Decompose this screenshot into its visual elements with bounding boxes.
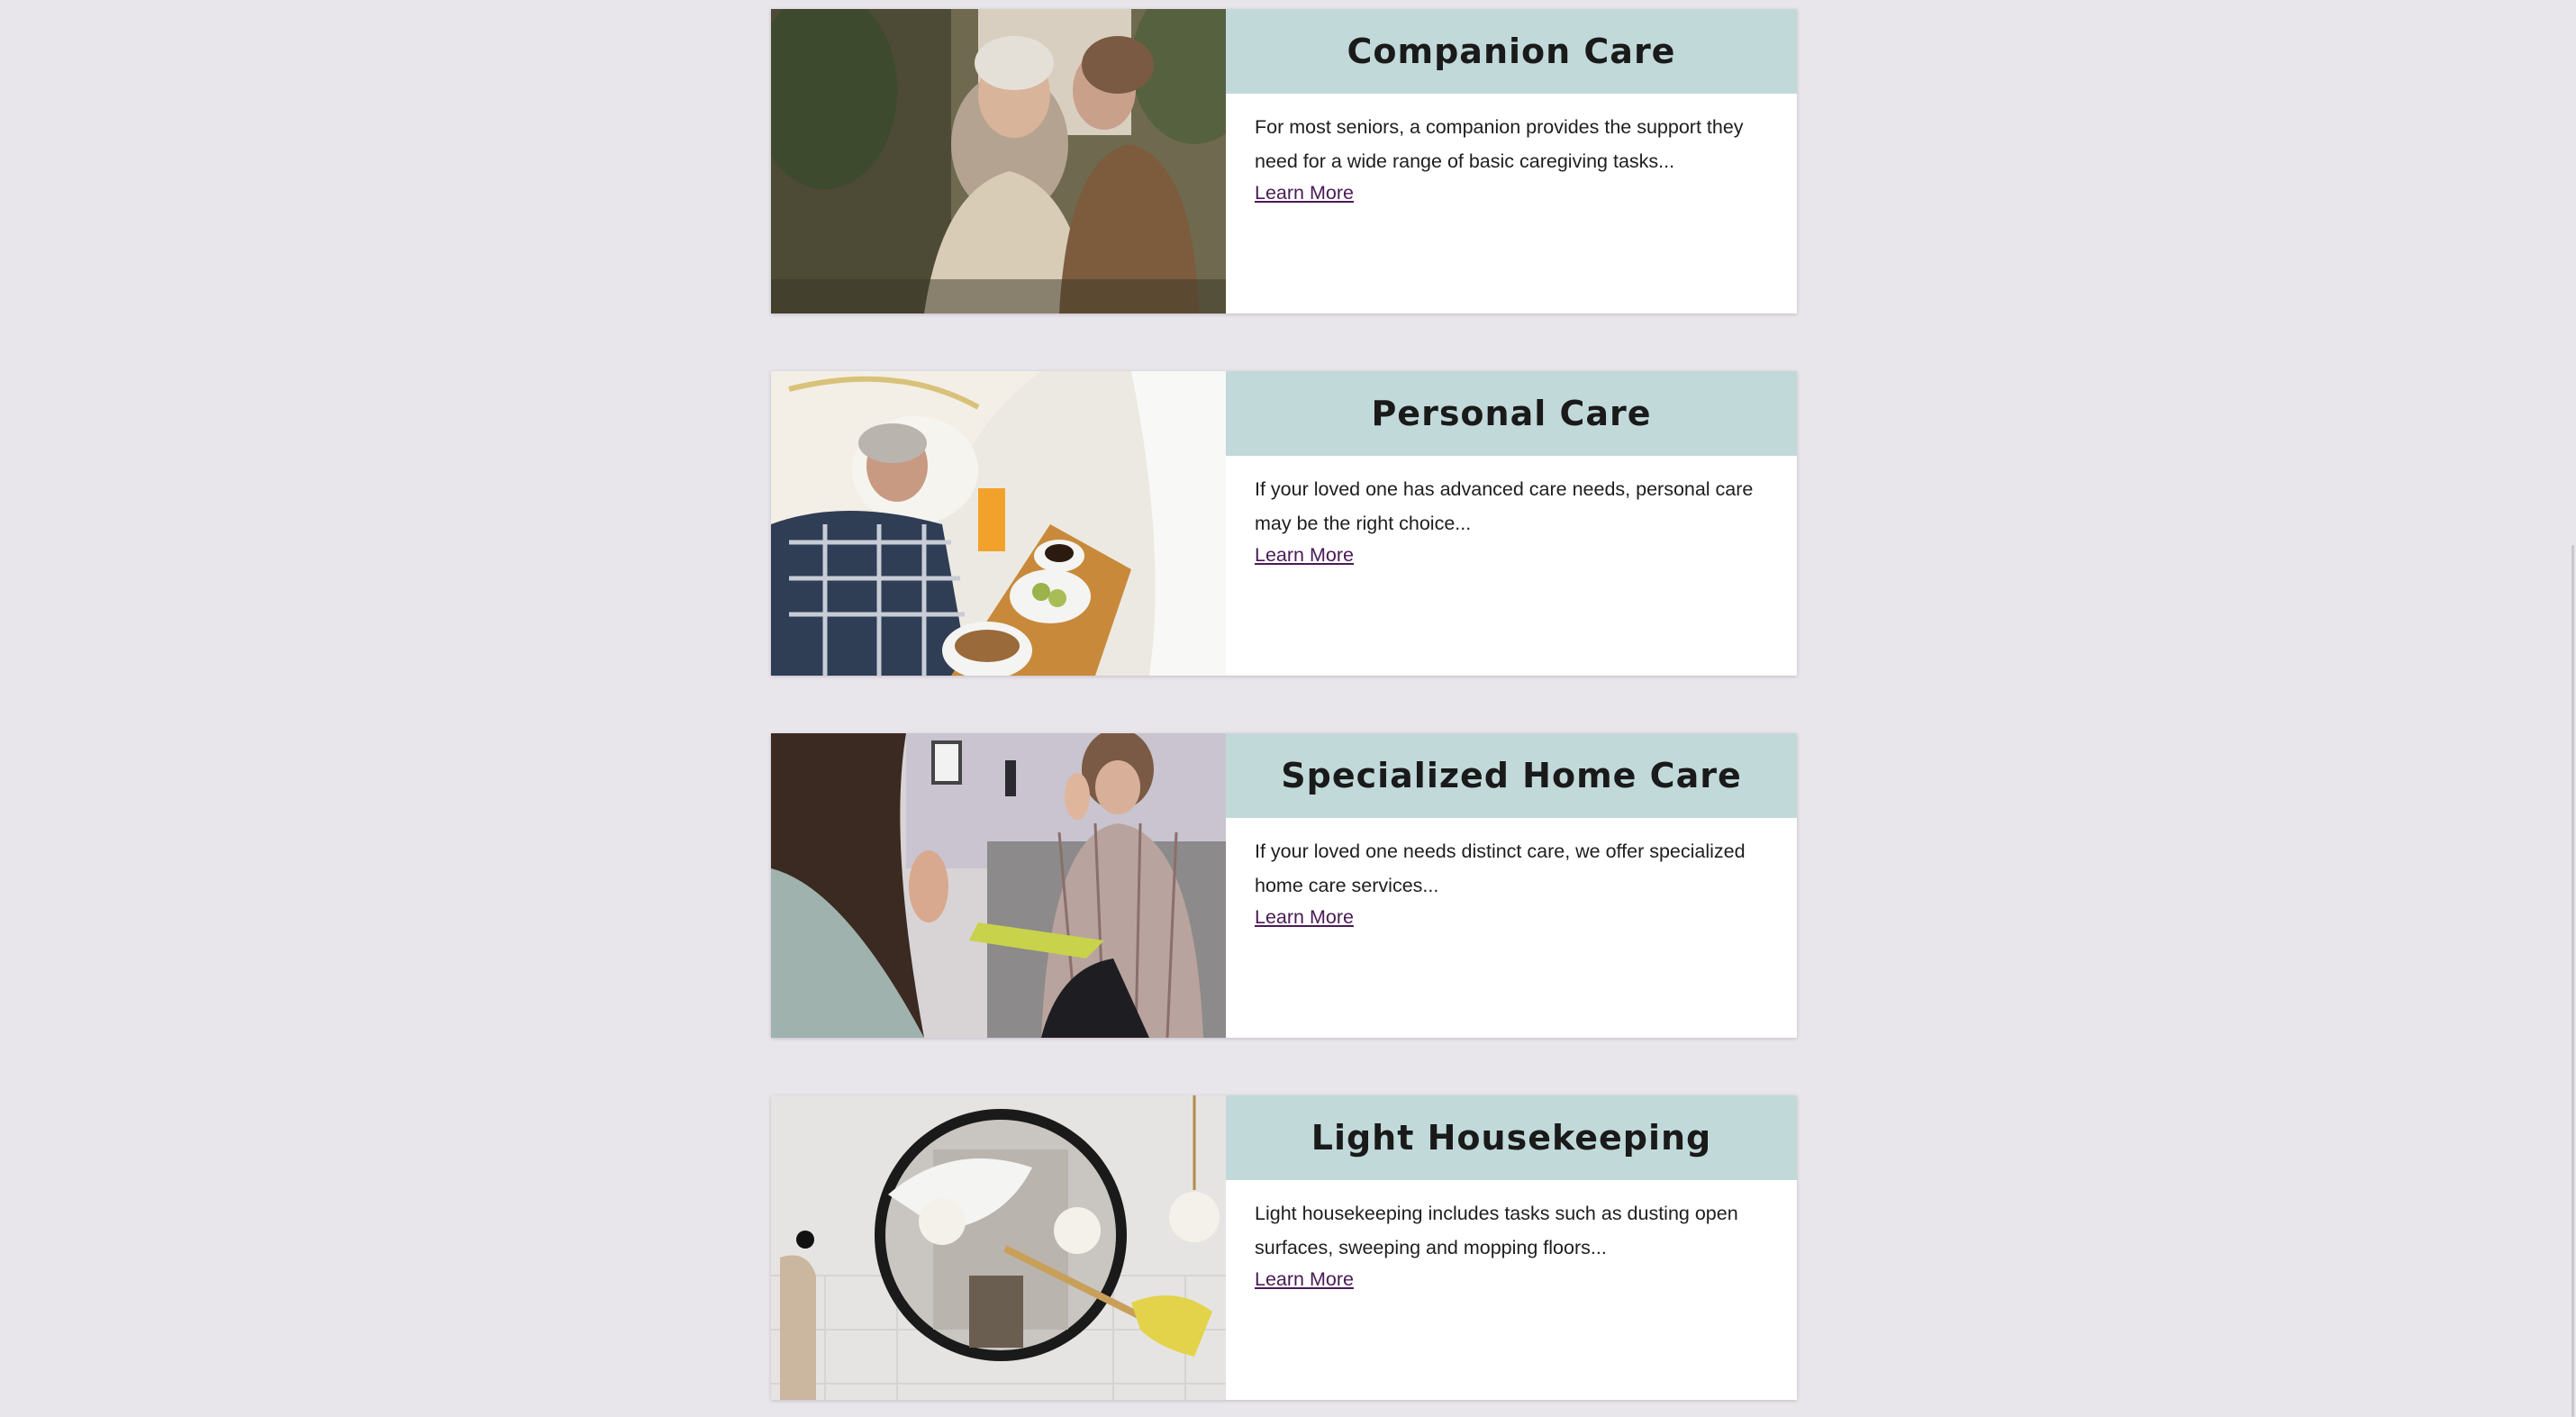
card-description: Light housekeeping includes tasks such a…	[1255, 1203, 1738, 1258]
card-title: Specialized Home Care	[1281, 756, 1742, 795]
card-body: Companion Care For most seniors, a compa…	[1226, 9, 1797, 313]
card-description: For most seniors, a companion provides t…	[1255, 116, 1744, 172]
service-card: Personal Care If your loved one has adva…	[771, 371, 1797, 676]
light-housekeeping-photo	[771, 1095, 1226, 1400]
specialized-home-care-photo	[771, 733, 1226, 1038]
card-description: If your loved one needs distinct care, w…	[1255, 840, 1746, 896]
learn-more-link[interactable]: Learn More	[1255, 182, 1354, 204]
card-header: Companion Care	[1226, 9, 1797, 94]
learn-more-link[interactable]: Learn More	[1255, 1268, 1354, 1291]
card-header: Personal Care	[1226, 371, 1797, 456]
card-body: Light Housekeeping Light housekeeping in…	[1226, 1095, 1797, 1400]
learn-more-link[interactable]: Learn More	[1255, 544, 1354, 567]
card-description: If your loved one has advanced care need…	[1255, 478, 1754, 534]
card-header: Light Housekeeping	[1226, 1095, 1797, 1180]
card-header: Specialized Home Care	[1226, 733, 1797, 818]
card-content: For most seniors, a companion provides t…	[1226, 94, 1797, 204]
service-card-list: Companion Care For most seniors, a compa…	[771, 9, 1797, 1417]
card-content: If your loved one has advanced care need…	[1226, 456, 1797, 567]
card-body: Personal Care If your loved one has adva…	[1226, 371, 1797, 676]
card-title: Personal Care	[1371, 394, 1652, 433]
card-title: Light Housekeeping	[1311, 1118, 1712, 1158]
vertical-scrollbar[interactable]	[2563, 0, 2576, 1417]
scrollbar-thumb[interactable]	[2571, 545, 2574, 1417]
card-content: If your loved one needs distinct care, w…	[1226, 818, 1797, 929]
page: Companion Care For most seniors, a compa…	[0, 0, 2576, 1417]
learn-more-link[interactable]: Learn More	[1255, 906, 1354, 929]
service-card: Light Housekeeping Light housekeeping in…	[771, 1095, 1797, 1400]
personal-care-photo	[771, 371, 1226, 676]
service-card: Specialized Home Care If your loved one …	[771, 733, 1797, 1038]
companion-care-photo	[771, 9, 1226, 313]
service-card: Companion Care For most seniors, a compa…	[771, 9, 1797, 313]
card-body: Specialized Home Care If your loved one …	[1226, 733, 1797, 1038]
card-title: Companion Care	[1347, 32, 1676, 71]
card-content: Light housekeeping includes tasks such a…	[1226, 1180, 1797, 1291]
